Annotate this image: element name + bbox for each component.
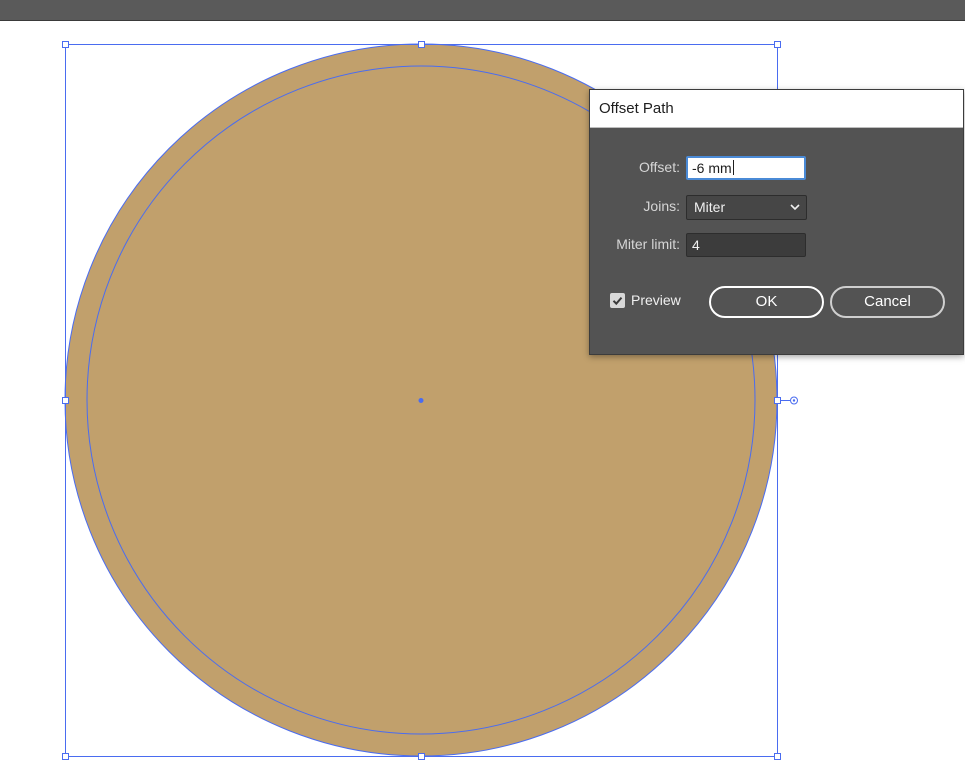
offset-path-dialog: Offset Path Offset: -6 mm Joins: Miter M…: [589, 89, 964, 355]
dialog-title[interactable]: Offset Path: [590, 90, 963, 128]
cancel-button[interactable]: Cancel: [830, 286, 945, 318]
preview-label: Preview: [631, 292, 681, 308]
check-icon: [612, 296, 623, 306]
ok-button[interactable]: OK: [709, 286, 824, 318]
chevron-down-icon: [790, 204, 800, 211]
joins-row: Joins: Miter: [590, 195, 963, 220]
miter-limit-label: Miter limit:: [616, 236, 680, 252]
handle-bottom-left[interactable]: [62, 753, 69, 760]
offset-value: -6 mm: [692, 160, 732, 176]
miter-row: Miter limit: 4: [590, 233, 963, 257]
preview-checkbox[interactable]: [610, 293, 625, 308]
joins-dropdown[interactable]: Miter: [686, 195, 807, 220]
handle-top-right[interactable]: [774, 41, 781, 48]
handle-bottom-center[interactable]: [418, 753, 425, 760]
handle-bottom-right[interactable]: [774, 753, 781, 760]
handle-top-center[interactable]: [418, 41, 425, 48]
miter-limit-input[interactable]: 4: [686, 233, 806, 257]
center-point: [418, 398, 424, 403]
handle-middle-right[interactable]: [774, 397, 781, 404]
offset-row: Offset: -6 mm: [590, 156, 963, 180]
offset-label: Offset:: [639, 159, 680, 175]
handle-middle-left[interactable]: [62, 397, 69, 404]
joins-label: Joins:: [643, 198, 680, 214]
handle-top-left[interactable]: [62, 41, 69, 48]
joins-value: Miter: [694, 199, 726, 215]
offset-input[interactable]: -6 mm: [686, 156, 806, 180]
text-caret: [732, 160, 734, 175]
